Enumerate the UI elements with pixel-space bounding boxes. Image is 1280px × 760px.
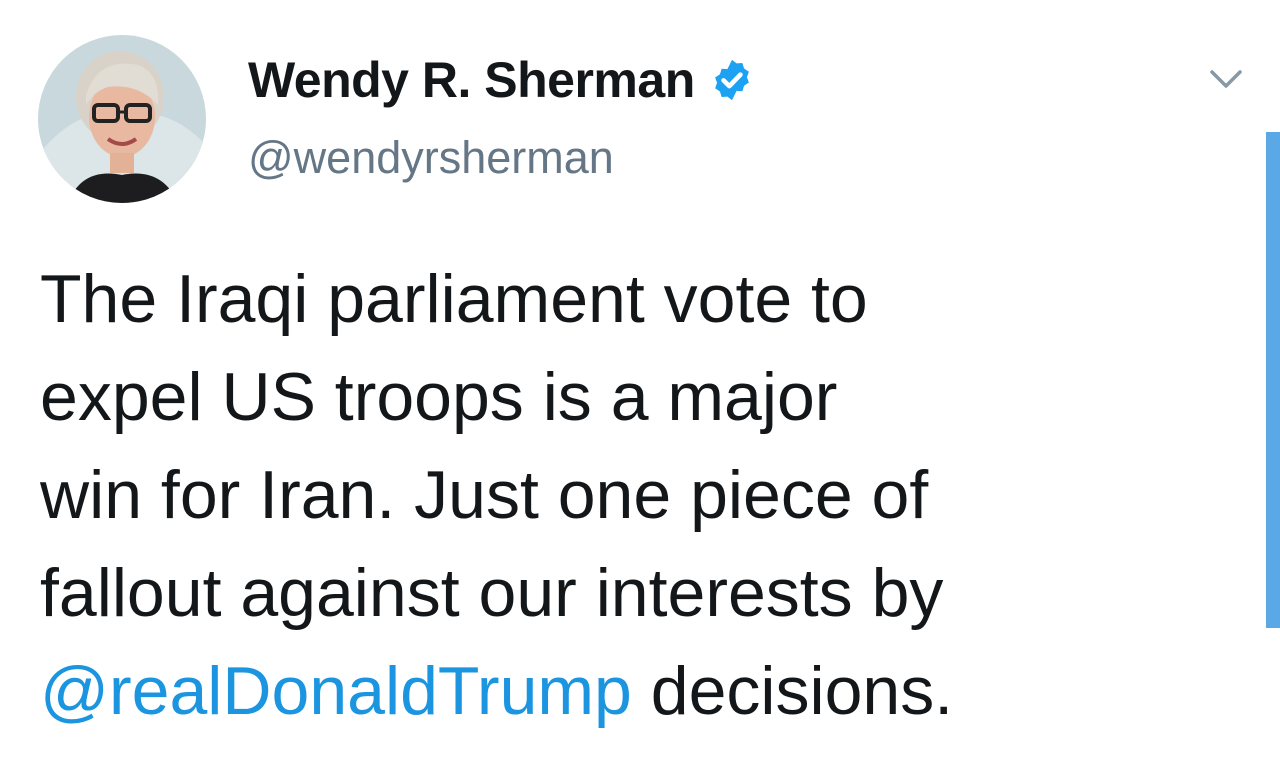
mention-link[interactable]: @realDonaldTrump	[40, 653, 632, 729]
tweet-card: Wendy R. Sherman @wendyrsherman The Iraq…	[0, 0, 1280, 760]
tweet-text-line: win for Iran. Just one piece of	[40, 457, 929, 533]
tweet-text-line: The Iraqi parliament vote to	[40, 261, 868, 337]
tweet-author: Wendy R. Sherman @wendyrsherman	[248, 50, 755, 186]
tweet-text-line: expel US troops is a major	[40, 359, 838, 435]
author-handle[interactable]: @wendyrsherman	[248, 130, 755, 186]
tweet-text-line: fallout against our interests by	[40, 555, 944, 631]
avatar[interactable]	[38, 35, 206, 203]
verified-badge-icon	[709, 57, 755, 103]
tweet-text-last-line: @realDonaldTrump decisions.	[40, 642, 1230, 740]
chevron-down-icon[interactable]	[1206, 62, 1246, 96]
tweet-text-tail: decisions.	[631, 653, 954, 729]
author-name-row[interactable]: Wendy R. Sherman	[248, 50, 755, 110]
tweet-text: The Iraqi parliament vote to expel US tr…	[40, 250, 1230, 740]
scrollbar[interactable]	[1266, 132, 1280, 628]
author-display-name[interactable]: Wendy R. Sherman	[248, 50, 695, 110]
